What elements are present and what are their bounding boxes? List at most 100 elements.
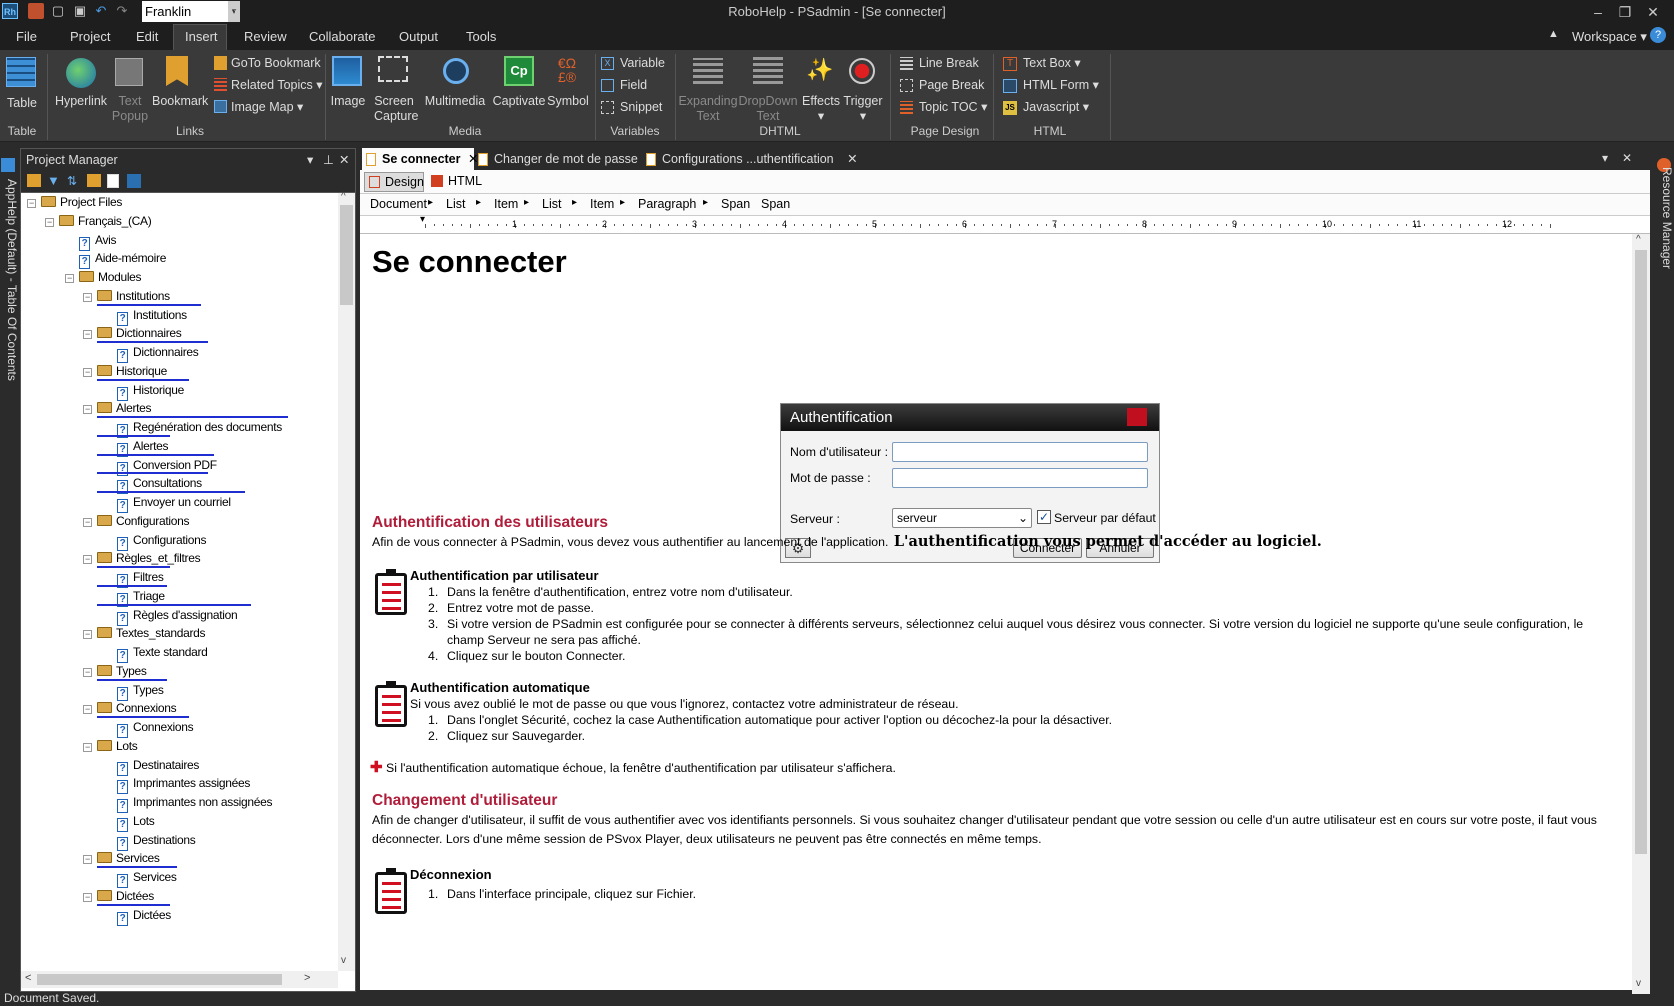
breadcrumb-item[interactable]: Paragraph [638,197,696,211]
pm-vscroll-thumb[interactable] [340,205,353,305]
expand-collapse-icon[interactable]: − [83,330,92,340]
help-icon[interactable]: ? [1650,27,1666,43]
breadcrumb-arrow-icon[interactable]: ▸ [703,197,708,208]
tree-folder-item[interactable]: − Textes_standards [83,624,206,642]
text-popup-button[interactable]: Text Popup [110,94,150,124]
tree-page-item[interactable]: ? Historique [97,378,189,401]
expand-collapse-icon[interactable]: − [83,892,92,902]
breadcrumb-arrow-icon[interactable]: ▸ [476,197,481,208]
pm-folder-icon[interactable] [27,174,41,187]
tree-page-item[interactable]: ? Institutions [97,303,202,326]
scroll-down-icon[interactable]: v [341,955,346,966]
expand-collapse-icon[interactable]: − [83,630,92,640]
resource-manager-strip[interactable]: Resource Manager [1654,150,1674,995]
collapse-ribbon-icon[interactable]: ▲ [1548,28,1559,40]
menu-review[interactable]: Review [244,29,287,44]
tree-page-item[interactable]: ? Triage [97,584,167,607]
new-icon[interactable]: ▢ [50,3,66,19]
tree-folder-item[interactable]: − Lots [83,737,138,755]
tree-folder-item[interactable]: − Configurations [83,512,189,530]
breadcrumb-arrow-icon[interactable]: ▸ [620,197,625,208]
tree-page-item[interactable]: ? Alertes [97,434,171,457]
snippet-button[interactable]: Snippet [620,100,662,114]
ruler-indent-marker-icon[interactable]: ▾ [420,214,425,225]
tree-folder-item[interactable]: − Français_(CA) [45,212,152,230]
effects-button[interactable]: Effects ▾ [800,94,842,124]
captivate-button[interactable]: Captivate [490,94,548,109]
resource-manager-label[interactable]: Resource Manager [1660,167,1674,287]
tree-folder-item[interactable]: − Alertes [83,399,152,417]
restore-button[interactable]: ❐ [1614,2,1636,22]
breadcrumb-item[interactable]: List [446,197,465,211]
minimize-button[interactable]: – [1587,2,1609,22]
customize-qa-icon[interactable]: ⩡ [228,5,244,21]
bookmark-button[interactable]: Bookmark [152,94,208,109]
tree-folder-item[interactable]: − Règles_et_filtres [83,549,201,567]
pm-menu-icon[interactable]: ▾ [307,149,313,171]
tree-page-item[interactable]: ? Dictées [97,903,171,926]
expand-collapse-icon[interactable]: − [83,705,92,715]
expand-collapse-icon[interactable]: − [83,517,92,527]
tree-page-item[interactable]: ? Services [97,866,177,888]
pm-new-page-icon[interactable] [107,174,119,188]
tree-page-item[interactable]: ? Conversion PDF [97,453,217,476]
expand-collapse-icon[interactable]: − [65,274,74,283]
redo-icon[interactable]: ↷ [114,3,130,19]
html-form-button[interactable]: HTML Form ▾ [1023,78,1099,92]
tab-changer-mot-de-passe[interactable]: Changer de mot de passe ✕ [474,148,656,170]
toc-strip-label[interactable]: AppHelp (Default) - Table Of Contents [5,179,19,381]
multimedia-button[interactable]: Multimedia [420,94,490,109]
expand-collapse-icon[interactable]: − [83,667,92,677]
undo-icon[interactable]: ↶ [93,3,109,19]
breadcrumb-item[interactable]: Span [721,197,750,211]
tree-page-item[interactable]: ? Imprimantes non assignées [103,793,273,813]
breadcrumb-item[interactable]: Item [590,197,614,211]
variable-button[interactable]: Variable [620,56,665,70]
breadcrumb-arrow-icon[interactable]: ▸ [572,197,577,208]
breadcrumb-item[interactable]: Span [761,197,790,211]
pm-pin-icon[interactable]: ⊥ [323,149,334,171]
menu-project[interactable]: Project [70,29,110,44]
tree-page-item[interactable]: ? Lots [103,812,155,832]
breadcrumb-arrow-icon[interactable]: ▸ [428,197,433,208]
breadcrumb-item[interactable]: Item [494,197,518,211]
scroll-right-icon[interactable]: > [304,972,310,984]
expand-collapse-icon[interactable]: − [83,855,92,865]
breadcrumb-item[interactable]: List [542,197,561,211]
font-name-field[interactable]: Franklin Gothic [142,1,228,40]
tree-page-item[interactable]: ? Types [97,678,167,701]
scroll-left-icon[interactable]: < [25,972,31,984]
tree-page-item[interactable]: ? Imprimantes assignées [103,774,250,795]
tree-page-item[interactable]: ? Dictionnaires [97,341,208,363]
editor-vscroll-thumb[interactable] [1635,250,1647,854]
tree-folder-item[interactable]: − Services [83,849,160,867]
tree-page-item[interactable]: ? Destinataires [103,756,199,776]
dropdown-text-button[interactable]: DropDown Text [738,94,798,124]
menu-edit[interactable]: Edit [136,29,158,44]
tree-page-item[interactable]: ? Règles d'assignation [97,603,251,626]
pm-new-folder-icon[interactable] [87,174,101,187]
menu-file[interactable]: File [16,29,37,44]
tab-configurations[interactable]: Configurations ...uthentification ✕ [642,148,858,170]
workspace-menu[interactable]: Workspace ▾ [1572,29,1647,45]
breadcrumb-arrow-icon[interactable]: ▸ [524,197,529,208]
tree-folder-item[interactable]: − Connexions [83,699,177,717]
tree-folder-item[interactable]: − Project Files [27,193,122,211]
pm-filter-icon[interactable]: ▼ [47,174,61,188]
tree-page-item[interactable]: ? Consultations [97,472,208,495]
menu-insert[interactable]: Insert [185,29,218,44]
design-view-button[interactable]: Design [364,172,424,192]
tree-page-item[interactable]: ? Texte standard [103,643,208,663]
goto-bookmark-button[interactable]: GoTo Bookmark [231,56,321,70]
expand-collapse-icon[interactable]: − [45,217,54,227]
editor-vertical-scrollbar[interactable]: ^ v [1632,234,1650,994]
tab-close-icon[interactable]: ✕ [847,152,857,166]
trigger-button[interactable]: Trigger ▾ [842,94,884,124]
menu-tools[interactable]: Tools [466,29,496,44]
pm-sort-icon[interactable]: ⇅ [67,174,81,188]
tree-page-item[interactable]: ? Configurations [103,531,206,551]
tree-page-item[interactable]: ? Avis [65,231,117,251]
clipboard-icon[interactable]: ▣ [72,3,88,19]
tree-folder-item[interactable]: − Dictées [83,887,154,905]
expanding-text-button[interactable]: Expanding Text [678,94,738,124]
